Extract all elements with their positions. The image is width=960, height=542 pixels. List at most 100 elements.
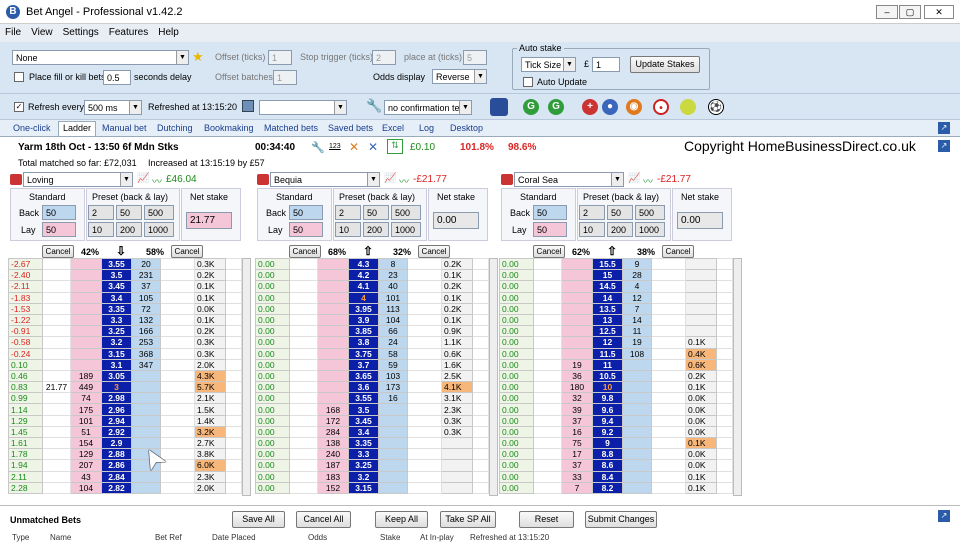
cancel-lay-button[interactable]: Cancel [171,245,203,258]
col-type[interactable]: Type [12,533,29,542]
lay-volume-cell[interactable]: 113 [378,302,408,315]
back-volume-cell[interactable] [70,358,102,371]
lay-volume-cell[interactable] [378,448,408,461]
my-lay-cell[interactable] [651,369,686,383]
price-cell[interactable]: 9.2 [592,425,623,439]
my-lay-cell[interactable] [160,414,195,427]
betfair-chart-icon[interactable]: 〰 [399,173,409,188]
lay-volume-cell[interactable] [622,470,652,483]
cancel-all-button[interactable]: Cancel All [296,511,351,528]
my-lay-cell[interactable] [407,257,442,271]
preset-back-2[interactable]: 50 [116,205,142,220]
my-lay-cell[interactable] [651,325,686,338]
price-cell[interactable]: 3.2 [348,470,379,483]
back-volume-cell[interactable] [561,325,593,338]
preset-back-3[interactable]: 500 [391,205,421,220]
back-volume-cell[interactable] [561,291,593,304]
preset-lay-1[interactable]: 10 [579,222,605,237]
my-back-cell[interactable] [289,291,318,304]
refresh-rate-select[interactable]: 500 ms ▼ [84,100,142,115]
back-volume-cell[interactable] [561,313,593,327]
menu-settings[interactable]: Settings [58,24,104,41]
back-volume-cell[interactable] [317,347,349,360]
price-cell[interactable]: 14.5 [592,280,623,293]
my-back-cell[interactable] [533,313,562,327]
auto-stake-input[interactable]: 1 [592,57,620,72]
lay-volume-cell[interactable] [131,381,161,394]
my-lay-cell[interactable] [160,392,195,405]
price-cell[interactable]: 3.9 [348,313,379,327]
lay-volume-cell[interactable] [378,425,408,439]
back-volume-cell[interactable]: 7 [561,481,593,494]
preset-lay-3[interactable]: 1000 [635,222,665,237]
my-back-cell[interactable] [42,280,71,293]
back-volume-cell[interactable]: 284 [317,425,349,439]
odds-display-select[interactable]: Reverse ▼ [432,69,487,84]
lay-volume-cell[interactable]: 37 [131,280,161,293]
price-cell[interactable]: 3.95 [348,302,379,315]
my-lay-cell[interactable] [651,302,686,315]
tab-excel[interactable]: Excel [382,123,404,133]
lay-volume-cell[interactable]: 19 [622,336,652,349]
price-cell[interactable]: 3.1 [101,358,132,371]
lay-volume-cell[interactable] [622,436,652,450]
my-lay-cell[interactable] [407,358,442,371]
price-cell[interactable]: 3.55 [101,257,132,271]
back-volume-cell[interactable] [317,269,349,282]
google-icon[interactable]: G [523,99,539,115]
keep-all-button[interactable]: Keep All [375,511,428,528]
preset-lay-2[interactable]: 200 [363,222,389,237]
price-cell[interactable]: 10.5 [592,369,623,383]
connections-icon[interactable]: + [582,99,598,115]
back-volume-cell[interactable]: 240 [317,448,349,461]
my-back-cell[interactable] [42,291,71,304]
my-back-cell[interactable] [533,403,562,416]
lay-volume-cell[interactable] [131,414,161,427]
my-back-cell[interactable] [289,347,318,360]
my-back-cell[interactable] [42,481,71,494]
price-cell[interactable]: 3.25 [348,459,379,472]
back-volume-cell[interactable] [70,291,102,304]
lay-volume-cell[interactable] [622,381,652,394]
maximize-button[interactable]: ▢ [899,5,921,19]
back-stake-input[interactable]: 50 [42,205,76,220]
price-cell[interactable]: 3.2 [101,336,132,349]
col-odds[interactable]: Odds [308,533,327,542]
price-cell[interactable]: 3.05 [101,369,132,383]
preset-back-3[interactable]: 500 [144,205,174,220]
people-icon[interactable]: ● [602,99,618,115]
back-volume-cell[interactable] [317,291,349,304]
lay-volume-cell[interactable]: 28 [622,269,652,282]
my-lay-cell[interactable] [651,336,686,349]
back-volume-cell[interactable]: 154 [70,436,102,450]
my-back-cell[interactable] [533,269,562,282]
my-lay-cell[interactable] [407,302,442,315]
my-lay-cell[interactable] [160,481,195,494]
football-icon[interactable]: ⚽ [708,99,724,115]
refresh-checkbox[interactable]: ✓ [14,102,24,112]
price-cell[interactable]: 3.7 [348,358,379,371]
my-lay-cell[interactable] [160,347,195,360]
my-lay-cell[interactable] [160,280,195,293]
my-back-cell[interactable] [533,358,562,371]
my-lay-cell[interactable] [651,269,686,282]
lay-volume-cell[interactable] [378,481,408,494]
back-volume-cell[interactable] [561,257,593,271]
my-lay-cell[interactable] [160,403,195,416]
my-back-cell[interactable] [42,325,71,338]
price-cell[interactable]: 2.98 [101,392,132,405]
lay-volume-cell[interactable]: 104 [378,313,408,327]
price-cell[interactable]: 11.5 [592,347,623,360]
my-lay-cell[interactable] [651,414,686,427]
price-cell[interactable]: 3.4 [348,425,379,439]
price-cell[interactable]: 2.82 [101,481,132,494]
lay-volume-cell[interactable]: 7 [622,302,652,315]
menu-help[interactable]: Help [153,24,184,41]
back-volume-cell[interactable] [70,269,102,282]
selection-select[interactable]: Coral Sea ▼ [514,172,624,187]
my-back-cell[interactable] [289,459,318,472]
confirmation-select[interactable]: no confirmation tes ▼ [384,100,472,115]
cancel-lay-button[interactable]: Cancel [418,245,450,258]
tennis-ball-icon[interactable] [680,99,696,115]
offset-input[interactable]: 1 [268,50,292,65]
